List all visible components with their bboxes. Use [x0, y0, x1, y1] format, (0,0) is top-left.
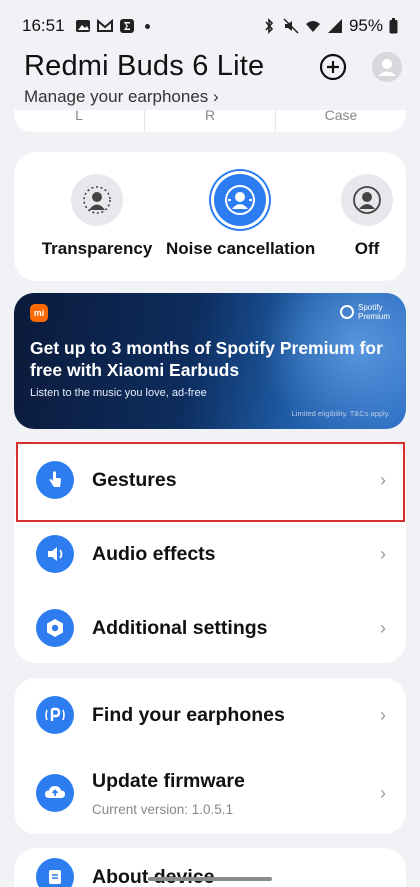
chevron-right-icon: ›: [380, 782, 386, 803]
battery-right-label: R: [145, 110, 276, 132]
find-icon: [36, 696, 74, 734]
banner-headline: Get up to 3 months of Spotify Premium fo…: [30, 338, 383, 380]
off-label: Off: [354, 239, 380, 258]
status-bar: 16:51 95%: [0, 0, 420, 52]
banner-disclaimer: Limited eligibility. T&Cs apply.: [291, 409, 390, 418]
battery-left-label: L: [14, 110, 145, 132]
mute-icon: [283, 18, 299, 34]
noise-cancellation-icon: [225, 185, 255, 215]
xiaomi-logo: mi: [30, 304, 48, 322]
find-earphones-row[interactable]: Find your earphones ›: [14, 678, 406, 752]
manage-earphones-label: Manage your earphones: [24, 87, 209, 106]
noise-cancellation-button[interactable]: [214, 174, 266, 226]
signal-icon: [327, 19, 342, 33]
transparency-icon: [83, 186, 111, 214]
manage-earphones-link[interactable]: Manage your earphones ›: [24, 87, 404, 107]
cloud-upload-icon: [36, 774, 74, 812]
additional-settings-label: Additional settings: [92, 616, 268, 639]
device-card: Find your earphones › Update firmware Cu…: [14, 678, 406, 834]
noise-cancellation-label: Noise cancellation: [166, 239, 316, 258]
gallery-icon: [75, 20, 90, 32]
spotify-logo-line2: Premium: [357, 312, 390, 321]
gmail-icon: [96, 18, 113, 32]
mode-off[interactable]: Off: [336, 174, 398, 259]
avatar[interactable]: [372, 52, 402, 82]
clock: 16:51: [22, 16, 65, 35]
mode-noise-cancellation[interactable]: Noise cancellation: [166, 174, 316, 259]
settings-hex-icon: [36, 609, 74, 647]
transparency-button[interactable]: [71, 174, 123, 226]
chevron-right-icon: ›: [380, 704, 386, 725]
anc-off-icon: [353, 186, 381, 214]
gestures-highlight-box: [16, 442, 405, 522]
chevron-right-icon: ›: [380, 543, 386, 564]
audio-effects-label: Audio effects: [92, 542, 216, 565]
audio-effects-row[interactable]: Audio effects ›: [14, 517, 406, 591]
banner-subtext: Listen to the music you love, ad-free: [30, 387, 207, 399]
about-card: About device: [14, 848, 406, 887]
battery-status-card: L R Case: [14, 110, 406, 132]
add-device-button[interactable]: [318, 52, 348, 82]
spotify-promo-banner[interactable]: mi Spotify Premium Get up to 3 months of …: [14, 293, 406, 429]
battery-icon: [389, 18, 398, 34]
bluetooth-icon: [265, 18, 274, 34]
notification-icons: [75, 18, 150, 34]
app-header: Redmi Buds 6 Lite Manage your earphones …: [24, 50, 404, 112]
update-firmware-row[interactable]: Update firmware Current version: 1.0.5.1…: [14, 756, 406, 830]
additional-settings-row[interactable]: Additional settings ›: [14, 591, 406, 665]
off-button[interactable]: [341, 174, 393, 226]
speaker-icon: [36, 535, 74, 573]
battery-percent: 95%: [348, 16, 383, 35]
more-notifications-dot-icon: [144, 23, 150, 29]
system-icons: 95%: [261, 16, 398, 36]
find-earphones-label: Find your earphones: [92, 703, 285, 726]
mode-transparency[interactable]: Transparency: [28, 174, 166, 259]
update-firmware-label: Update firmware: [92, 770, 245, 792]
spotify-logo-line1: Spotify: [357, 303, 383, 312]
sigma-app-icon: [119, 19, 134, 33]
home-indicator[interactable]: [148, 877, 272, 881]
chevron-right-icon: ›: [213, 87, 219, 106]
battery-case-label: Case: [324, 110, 358, 123]
noise-control-card: Transparency Noise cancellation Off: [14, 152, 406, 281]
info-icon: [36, 858, 74, 887]
chevron-right-icon: ›: [380, 617, 386, 638]
spotify-logo: Spotify Premium: [339, 303, 390, 321]
wifi-icon: [305, 21, 320, 32]
spotify-icon: [339, 305, 354, 319]
transparency-label: Transparency: [41, 239, 153, 258]
firmware-version: Current version: 1.0.5.1: [92, 802, 234, 817]
